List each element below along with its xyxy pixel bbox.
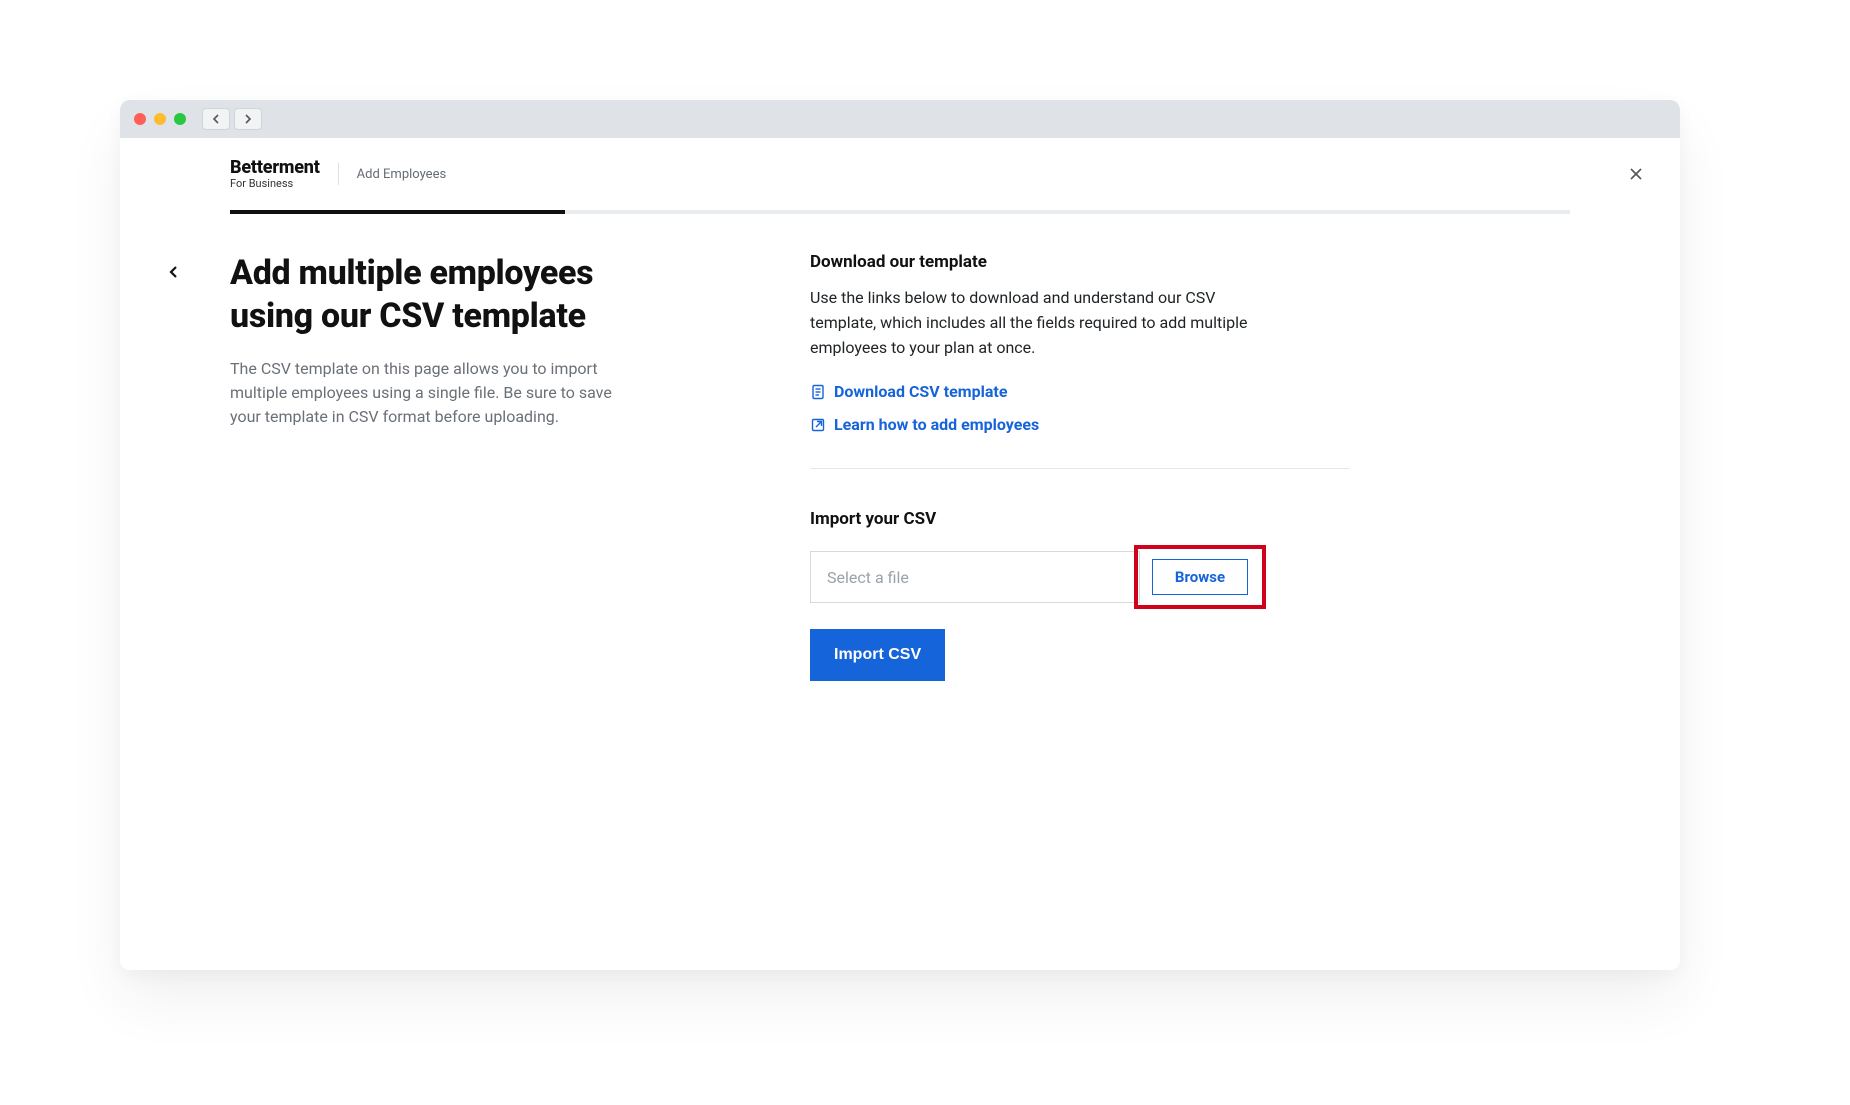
external-link-icon [810,417,826,433]
brand-name: Betterment [230,159,320,178]
maximize-window-dot[interactable] [174,113,186,125]
browser-chrome [120,100,1680,138]
browser-window: Betterment For Business Add Employees [120,100,1680,970]
brand-subtitle: For Business [230,178,320,190]
progress-fill [230,210,565,214]
download-section-desc: Use the links below to download and unde… [810,286,1280,360]
close-button[interactable] [1622,160,1650,188]
close-icon [1629,167,1643,181]
chevron-left-icon [211,114,221,124]
chevron-right-icon [243,114,253,124]
brand-logo[interactable]: Betterment For Business [230,159,320,189]
learn-how-label: Learn how to add employees [834,415,1039,434]
close-window-dot[interactable] [134,113,146,125]
file-input[interactable]: Select a file [810,551,1140,603]
import-section-title: Import your CSV [810,509,1350,529]
file-select-row: Select a file Browse [810,551,1260,603]
back-button[interactable] [160,258,188,286]
chevron-left-icon [167,265,181,279]
section-divider [810,468,1350,469]
browser-nav-buttons [202,108,262,130]
download-csv-template-label: Download CSV template [834,382,1007,401]
progress-bar [230,210,1570,214]
import-csv-button[interactable]: Import CSV [810,629,945,681]
download-csv-template-link[interactable]: Download CSV template [810,382,1350,401]
minimize-window-dot[interactable] [154,113,166,125]
download-section-title: Download our template [810,252,1350,272]
browse-button[interactable]: Browse [1152,559,1248,595]
learn-how-link[interactable]: Learn how to add employees [810,415,1350,434]
window-controls [134,113,186,125]
page-header: Betterment For Business Add Employees [120,138,1680,210]
header-divider [338,163,339,185]
page-title: Add multiple employees using our CSV tem… [230,252,650,337]
breadcrumb: Add Employees [357,167,447,182]
page-subtitle: The CSV template on this page allows you… [230,357,630,429]
document-icon [810,384,826,400]
browser-forward-button[interactable] [234,108,262,130]
browser-back-button[interactable] [202,108,230,130]
page-content: Betterment For Business Add Employees [120,138,1680,970]
